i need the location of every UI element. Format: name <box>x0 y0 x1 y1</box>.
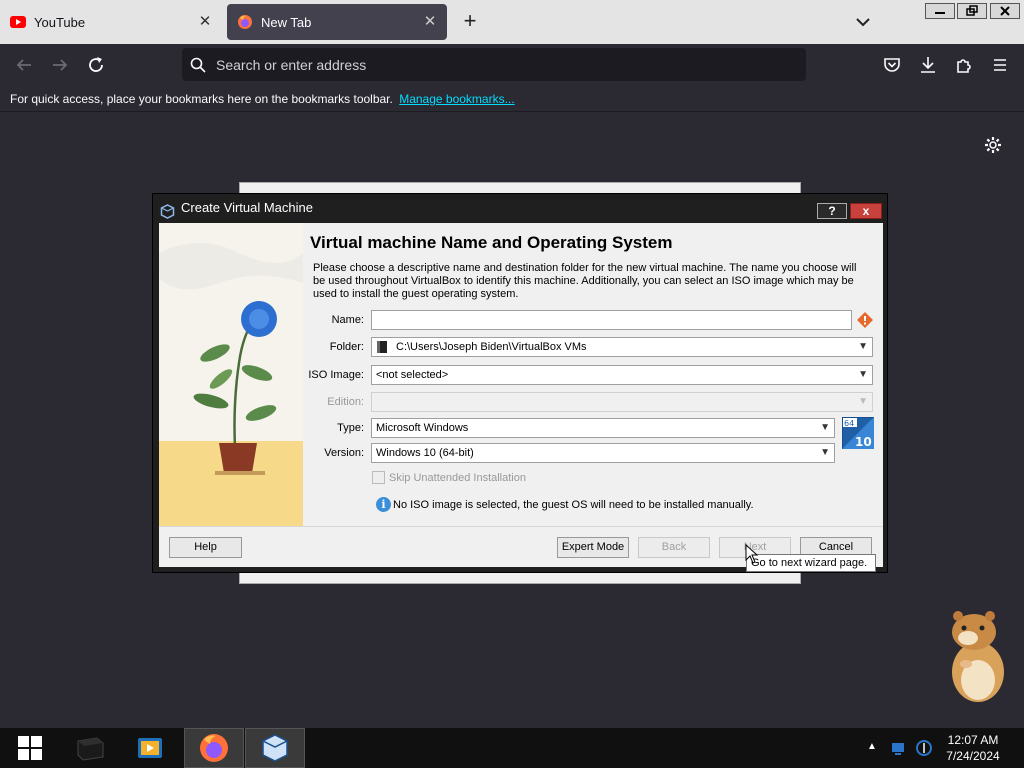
tab-new-tab[interactable]: New Tab ✕ <box>227 4 447 40</box>
taskbar: ▲ 12:07 AM 7/24/2024 <box>0 728 1024 768</box>
version-value: Windows 10 (64-bit) <box>376 447 474 459</box>
firefox-taskbar-icon[interactable] <box>184 728 244 768</box>
dialog-body: Virtual machine Name and Operating Syste… <box>159 223 883 526</box>
back-button[interactable]: Back <box>638 537 710 558</box>
os-bits-text: 64 <box>844 419 854 428</box>
help-button[interactable]: Help <box>169 537 242 558</box>
windows-10-os-icon: 64 10 <box>841 416 875 450</box>
edition-label: Edition: <box>327 396 364 408</box>
bookmarks-toolbar: For quick access, place your bookmarks h… <box>0 86 1024 112</box>
menu-icon[interactable] <box>988 53 1012 77</box>
youtube-icon <box>10 14 26 30</box>
dialog-titlebar: Create Virtual Machine <box>153 194 887 222</box>
warning-icon <box>857 312 873 328</box>
iso-value: <not selected> <box>376 369 449 381</box>
virtualbox-taskbar-icon[interactable] <box>245 728 305 768</box>
close-tab-icon[interactable]: ✕ <box>421 13 439 31</box>
iso-image-select[interactable]: <not selected> ▼ <box>371 365 873 385</box>
virtualbox-icon <box>160 201 175 219</box>
info-message: No ISO image is selected, the guest OS w… <box>393 499 754 511</box>
firefox-icon <box>237 14 253 30</box>
search-icon <box>190 57 206 73</box>
back-arrow-icon[interactable] <box>12 53 36 77</box>
type-label: Type: <box>337 422 364 434</box>
chevron-down-icon: ▼ <box>820 422 830 433</box>
clock-date: 7/24/2024 <box>946 749 1000 763</box>
chevron-down-icon: ▼ <box>858 341 868 352</box>
system-clock[interactable]: 12:07 AM 7/24/2024 <box>940 732 1006 764</box>
hamster-sticker <box>940 606 1010 706</box>
chevron-down-icon: ▼ <box>820 447 830 458</box>
network-tray-icon[interactable] <box>890 740 906 756</box>
wizard-heading: Virtual machine Name and Operating Syste… <box>310 233 673 252</box>
restore-button[interactable] <box>957 3 987 19</box>
info-icon: i <box>376 497 391 512</box>
terminal-app-icon[interactable] <box>60 728 120 768</box>
bookmarks-hint-text: For quick access, place your bookmarks h… <box>10 92 393 106</box>
folder-icon <box>377 341 387 353</box>
type-value: Microsoft Windows <box>376 422 469 434</box>
os-version-text: 10 <box>855 435 872 449</box>
tab-label: New Tab <box>261 14 312 30</box>
extensions-icon[interactable] <box>952 53 976 77</box>
mouse-cursor-icon <box>745 543 759 564</box>
reload-icon[interactable] <box>84 53 108 77</box>
tab-strip: YouTube ✕ New Tab ✕ + <box>0 0 1024 44</box>
tab-label: YouTube <box>34 14 86 30</box>
download-icon[interactable] <box>916 53 940 77</box>
skip-unattended-label: Skip Unattended Installation <box>389 472 526 484</box>
manage-bookmarks-link[interactable]: Manage bookmarks... <box>399 92 514 106</box>
edition-select: ▼ <box>371 392 873 412</box>
os-version-select[interactable]: Windows 10 (64-bit) ▼ <box>371 443 835 463</box>
search-input[interactable] <box>216 56 776 73</box>
volume-tray-icon[interactable] <box>916 740 932 756</box>
window-close-button[interactable] <box>990 3 1020 19</box>
chevron-down-icon[interactable] <box>852 12 874 32</box>
wizard-description: Please choose a descriptive name and des… <box>313 262 857 300</box>
close-tab-icon[interactable]: ✕ <box>196 13 214 31</box>
os-type-select[interactable]: Microsoft Windows ▼ <box>371 418 835 438</box>
dialog-help-button[interactable]: ? <box>817 203 847 219</box>
next-button-tooltip: Go to next wizard page. <box>746 554 876 572</box>
dialog-close-button[interactable]: x <box>850 203 882 219</box>
navigation-toolbar <box>0 44 1024 86</box>
chevron-down-icon: ▼ <box>858 369 868 380</box>
name-label: Name: <box>331 314 364 326</box>
folder-value: C:\Users\Joseph Biden\VirtualBox VMs <box>396 341 587 353</box>
folder-label: Folder: <box>329 341 364 353</box>
new-tab-plus-icon[interactable]: + <box>458 10 482 34</box>
iso-label: ISO Image: <box>308 369 364 381</box>
minimize-button[interactable] <box>925 3 955 19</box>
gear-icon[interactable] <box>983 135 1003 155</box>
expert-mode-button[interactable]: Expert Mode <box>557 537 629 558</box>
pocket-icon[interactable] <box>880 53 904 77</box>
media-player-icon[interactable] <box>120 728 180 768</box>
clock-time: 12:07 AM <box>947 733 999 747</box>
version-label: Version: <box>324 447 364 459</box>
forward-arrow-icon[interactable] <box>48 53 72 77</box>
skip-unattended-checkbox <box>372 471 385 484</box>
plant-illustration <box>159 223 303 526</box>
folder-select[interactable]: C:\Users\Joseph Biden\VirtualBox VMs ▼ <box>371 337 873 357</box>
dialog-title: Create Virtual Machine <box>181 200 313 215</box>
tray-chevron-up-icon[interactable]: ▲ <box>867 741 877 752</box>
vm-name-field[interactable] <box>371 310 852 330</box>
create-vm-dialog: Create Virtual Machine ? x Virtual machi… <box>152 193 888 573</box>
chevron-down-icon: ▼ <box>858 396 868 407</box>
windows-start-icon[interactable] <box>0 728 60 768</box>
tab-youtube[interactable]: YouTube ✕ <box>0 4 222 40</box>
address-bar[interactable] <box>182 48 806 81</box>
